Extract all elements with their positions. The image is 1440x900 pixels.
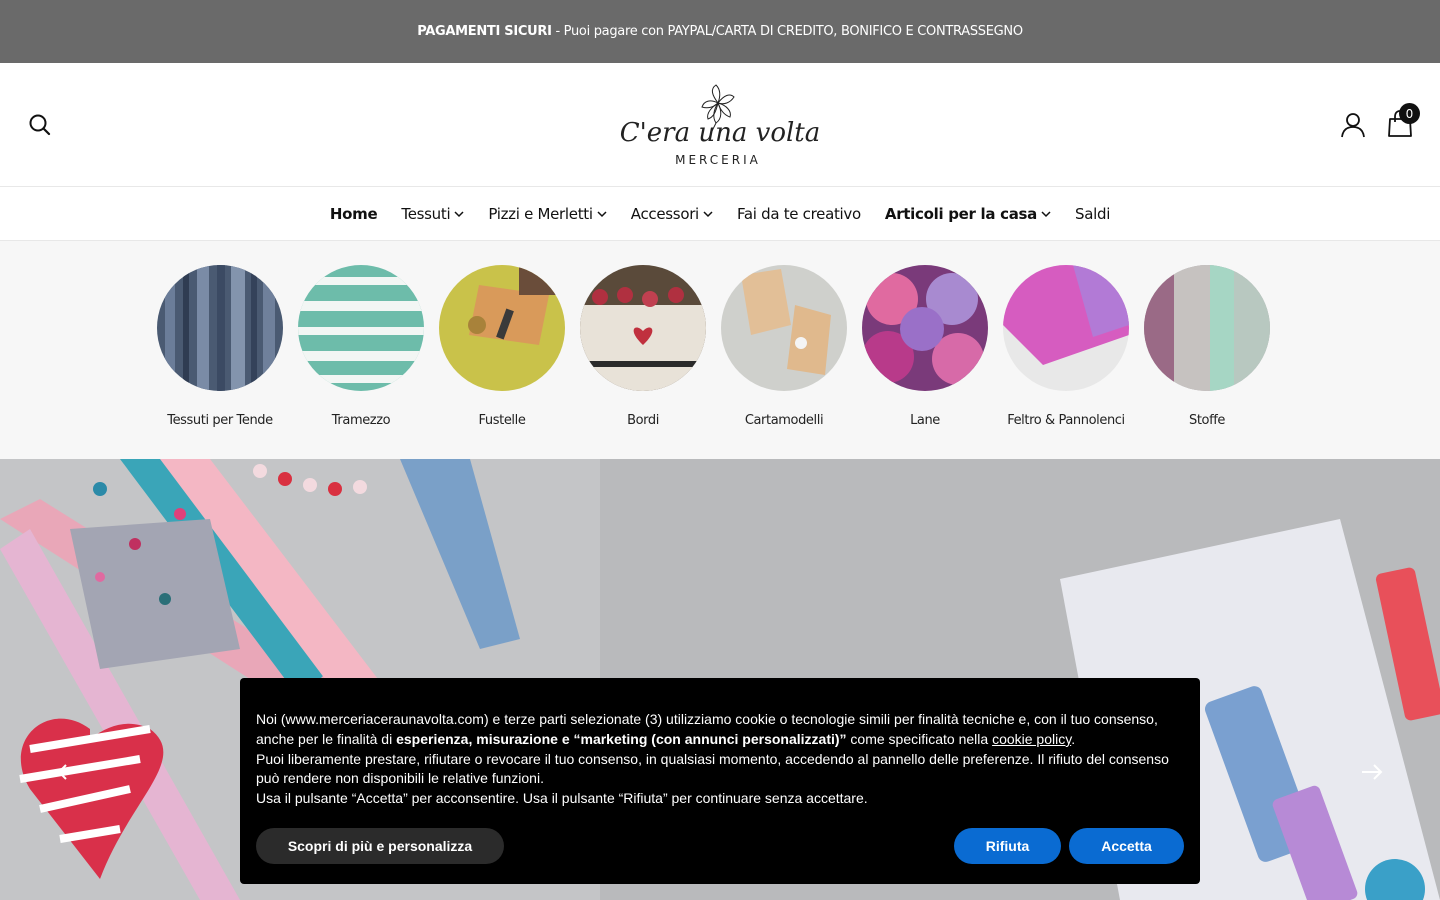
nav-item-articoli-casa[interactable]: Articoli per la casa — [885, 205, 1051, 223]
category-cartamodelli[interactable]: Cartamodelli — [721, 265, 847, 428]
category-tramezzo[interactable]: Tramezzo — [298, 265, 424, 428]
reject-button[interactable]: Rifiuta — [954, 828, 1061, 864]
cookie-banner: Noi (www.merceriaceraunavolta.com) e ter… — [240, 678, 1200, 884]
category-image — [439, 265, 565, 391]
category-tessuti-per-tende[interactable]: Tessuti per Tende — [157, 265, 283, 428]
category-fustelle[interactable]: Fustelle — [439, 265, 565, 428]
category-image — [721, 265, 847, 391]
logo-subtitle: MERCERIA — [675, 153, 761, 167]
customize-button[interactable]: Scopri di più e personalizza — [256, 828, 504, 864]
category-lane[interactable]: Lane — [862, 265, 988, 428]
category-image — [298, 265, 424, 391]
category-feltro-pannolenci[interactable]: Feltro & Pannolenci — [1003, 265, 1129, 428]
category-stoffe[interactable]: Stoffe — [1144, 265, 1270, 428]
chevron-down-icon — [1041, 210, 1051, 217]
nav-label: Tessuti — [401, 204, 451, 223]
site-logo[interactable]: C'era una volta MERCERIA — [600, 81, 840, 173]
nav-item-saldi[interactable]: Saldi — [1075, 205, 1110, 223]
nav-label: Saldi — [1075, 204, 1111, 223]
announcement-text: PAGAMENTI SICURI - Puoi pagare con PAYPA… — [417, 24, 1023, 39]
logo-script-text: C'era una volta — [620, 118, 820, 148]
arrow-right-icon — [1362, 764, 1383, 780]
search-icon[interactable] — [26, 111, 54, 139]
chevron-down-icon — [454, 210, 464, 217]
nav-label: Home — [329, 204, 378, 223]
cart-count-badge: 0 — [1399, 103, 1420, 124]
arrow-left-icon — [57, 764, 78, 780]
nav-label: Fai da te creativo — [736, 204, 861, 223]
site-header: C'era una volta MERCERIA 0 — [0, 63, 1440, 186]
nav-item-accessori[interactable]: Accessori — [631, 205, 713, 223]
cookie-policy-link[interactable]: cookie policy — [992, 731, 1071, 747]
category-label: Stoffe — [1188, 413, 1226, 428]
nav-item-fai-da-te[interactable]: Fai da te creativo — [737, 205, 861, 223]
slider-prev-arrow[interactable] — [50, 754, 86, 790]
category-carousel: Tessuti per Tende Tramezzo Fustelle Bord… — [0, 241, 1440, 459]
nav-label: Pizzi e Merletti — [488, 204, 593, 223]
nav-item-home[interactable]: Home — [329, 204, 378, 223]
account-icon[interactable] — [1340, 111, 1366, 139]
nav-label: Accessori — [630, 204, 699, 223]
category-image — [862, 265, 988, 391]
category-image — [1144, 265, 1270, 391]
accept-button[interactable]: Accetta — [1069, 828, 1184, 864]
main-nav: Home Tessuti Pizzi e Merletti Accessori … — [0, 186, 1440, 241]
category-image — [580, 265, 706, 391]
announcement-bar: PAGAMENTI SICURI - Puoi pagare con PAYPA… — [0, 0, 1440, 63]
nav-item-pizzi-merletti[interactable]: Pizzi e Merletti — [488, 204, 607, 223]
slider-next-arrow[interactable] — [1354, 754, 1390, 790]
nav-label: Articoli per la casa — [884, 204, 1037, 223]
category-bordi[interactable]: Bordi — [580, 265, 706, 428]
chevron-down-icon — [703, 210, 713, 217]
chevron-down-icon — [597, 210, 607, 217]
category-image — [157, 265, 283, 391]
cookie-message: Noi (www.merceriaceraunavolta.com) e ter… — [256, 711, 1169, 807]
nav-item-tessuti[interactable]: Tessuti — [401, 205, 464, 223]
category-image — [1003, 265, 1129, 391]
